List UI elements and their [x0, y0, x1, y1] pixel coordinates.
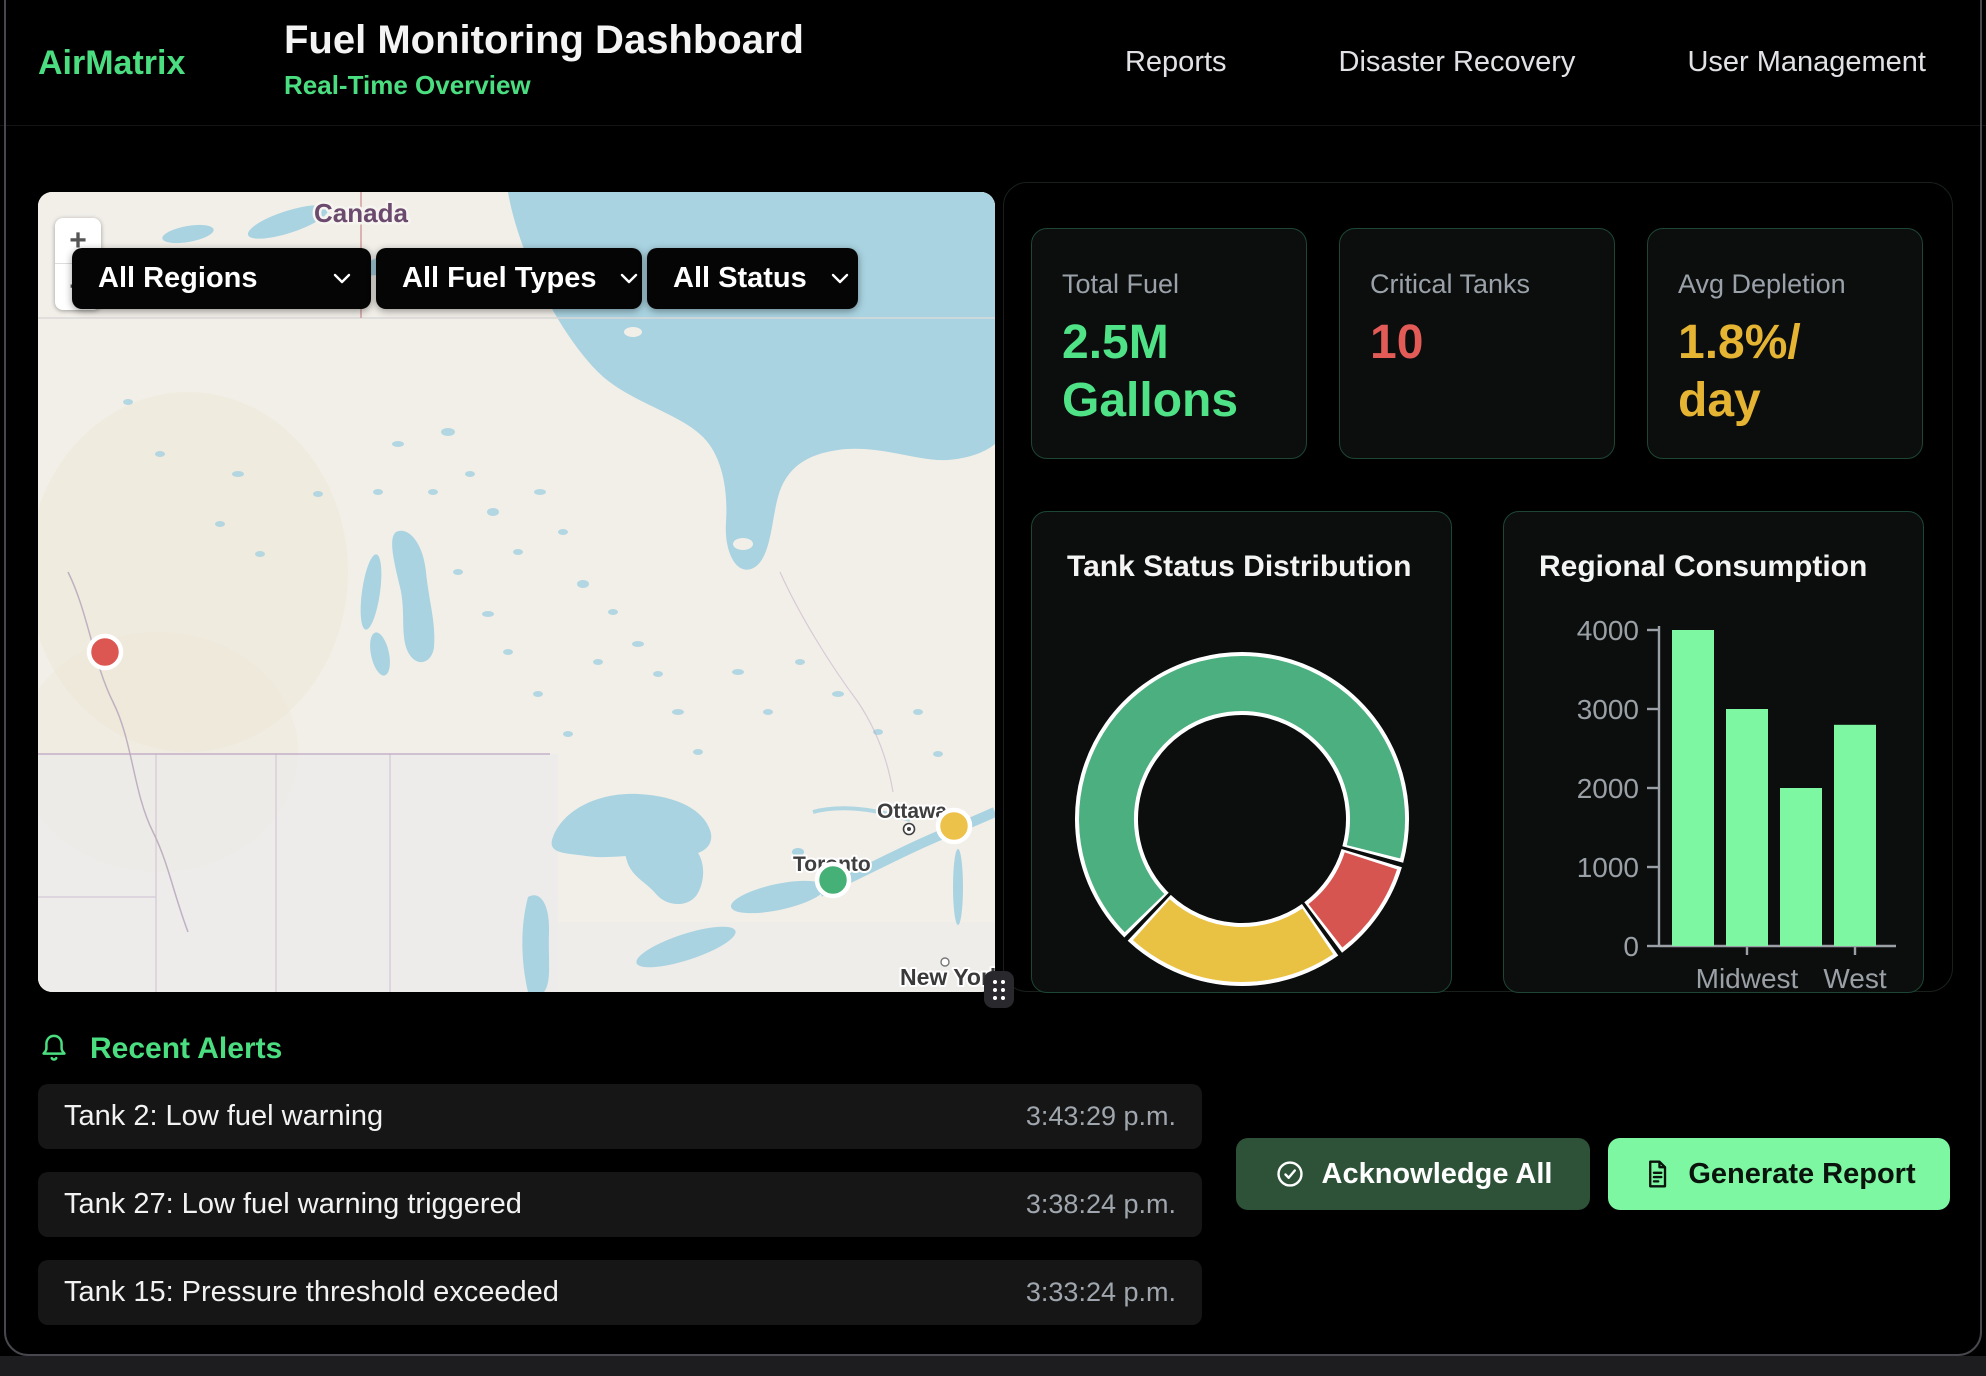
metrics-panel: Total Fuel 2.5MGallons Critical Tanks 10…	[1003, 182, 1953, 992]
title-block: Fuel Monitoring Dashboard Real-Time Over…	[284, 16, 804, 101]
ottawa-town-marker	[904, 824, 915, 835]
alert-timestamp: 3:33:24 p.m.	[1026, 1277, 1176, 1308]
nav-disaster-recovery[interactable]: Disaster Recovery	[1339, 46, 1576, 79]
status-filter-dropdown[interactable]: All Status	[647, 248, 858, 309]
header: AirMatrix Fuel Monitoring Dashboard Real…	[0, 0, 1986, 126]
stat-label: Total Fuel	[1062, 269, 1276, 300]
generate-report-label: Generate Report	[1688, 1158, 1915, 1191]
alert-message: Tank 27: Low fuel warning triggered	[64, 1188, 522, 1221]
svg-text:West: West	[1823, 963, 1886, 994]
stat-card-avg-depletion: Avg Depletion 1.8%/day	[1647, 228, 1923, 459]
stat-label: Avg Depletion	[1678, 269, 1892, 300]
stat-value: 10	[1370, 314, 1584, 372]
map-label-ottawa: Ottawa	[877, 800, 947, 823]
tank-marker-normal[interactable]	[817, 864, 849, 896]
status-filter-value: All Status	[673, 262, 807, 295]
main-nav: Reports Disaster Recovery User Managemen…	[1125, 0, 1926, 125]
svg-text:3000: 3000	[1577, 694, 1639, 725]
stat-card-total-fuel: Total Fuel 2.5MGallons	[1031, 228, 1307, 459]
page-title: Fuel Monitoring Dashboard	[284, 16, 804, 64]
stat-value: 2.5MGallons	[1062, 314, 1276, 430]
stat-value: 1.8%/day	[1678, 314, 1892, 430]
alert-message: Tank 2: Low fuel warning	[64, 1100, 383, 1133]
chevron-down-icon	[831, 273, 849, 284]
regional-consumption-bar-chart: 0 1000 2000 3000 4000 Midwest West	[1504, 512, 1925, 994]
svg-text:2000: 2000	[1577, 773, 1639, 804]
fuel-monitoring-dashboard: AirMatrix Fuel Monitoring Dashboard Real…	[0, 0, 1986, 1376]
chevron-down-icon	[620, 273, 638, 284]
map-canvas: Canada Ottawa Toronto New York	[38, 192, 995, 992]
new-york-town-marker	[941, 958, 949, 966]
document-icon	[1642, 1158, 1672, 1190]
acknowledge-all-label: Acknowledge All	[1322, 1158, 1553, 1191]
svg-text:Midwest: Midwest	[1696, 963, 1799, 994]
alert-row[interactable]: Tank 2: Low fuel warning 3:43:29 p.m.	[38, 1084, 1202, 1149]
svg-text:0: 0	[1623, 931, 1639, 962]
tank-marker-warning[interactable]	[938, 810, 970, 842]
region-filter-value: All Regions	[98, 262, 258, 295]
alert-timestamp: 3:43:29 p.m.	[1026, 1101, 1176, 1132]
chevron-down-icon	[333, 273, 351, 284]
region-filter-dropdown[interactable]: All Regions	[72, 248, 371, 309]
alert-timestamp: 3:38:24 p.m.	[1026, 1189, 1176, 1220]
app-logo: AirMatrix	[38, 44, 185, 83]
bell-icon	[38, 1032, 70, 1066]
generate-report-button[interactable]: Generate Report	[1608, 1138, 1950, 1210]
check-circle-icon	[1274, 1158, 1306, 1190]
stat-card-critical-tanks: Critical Tanks 10	[1339, 228, 1615, 459]
map-resize-handle[interactable]	[984, 971, 1014, 1008]
alert-row[interactable]: Tank 27: Low fuel warning triggered 3:38…	[38, 1172, 1202, 1237]
nav-user-management[interactable]: User Management	[1687, 46, 1926, 79]
tank-status-distribution-card: Tank Status Distribution	[1031, 511, 1452, 993]
fuel-tank-map[interactable]: Canada Ottawa Toronto New York + −	[38, 192, 995, 992]
regional-consumption-card: Regional Consumption 01000200030004000Mi…	[1503, 511, 1924, 993]
acknowledge-all-button[interactable]: Acknowledge All	[1236, 1138, 1590, 1210]
map-filters: All Regions All Fuel Types All Status	[72, 248, 858, 309]
alert-row[interactable]: Tank 15: Pressure threshold exceeded 3:3…	[38, 1260, 1202, 1325]
page-subtitle: Real-Time Overview	[284, 70, 804, 101]
alert-message: Tank 15: Pressure threshold exceeded	[64, 1276, 559, 1309]
fuel-type-filter-value: All Fuel Types	[402, 262, 596, 295]
fuel-type-filter-dropdown[interactable]: All Fuel Types	[376, 248, 642, 309]
tank-marker-critical[interactable]	[89, 636, 121, 668]
map-label-canada: Canada	[314, 198, 408, 228]
stat-label: Critical Tanks	[1370, 269, 1584, 300]
tank-status-donut-chart	[1032, 512, 1453, 994]
svg-text:1000: 1000	[1577, 852, 1639, 883]
nav-reports[interactable]: Reports	[1125, 46, 1227, 79]
svg-text:4000: 4000	[1577, 615, 1639, 646]
recent-alerts-header: Recent Alerts	[38, 1032, 282, 1066]
recent-alerts-title: Recent Alerts	[90, 1032, 282, 1066]
bottom-strip	[0, 1356, 1986, 1376]
map-label-new-york: New York	[900, 964, 995, 990]
